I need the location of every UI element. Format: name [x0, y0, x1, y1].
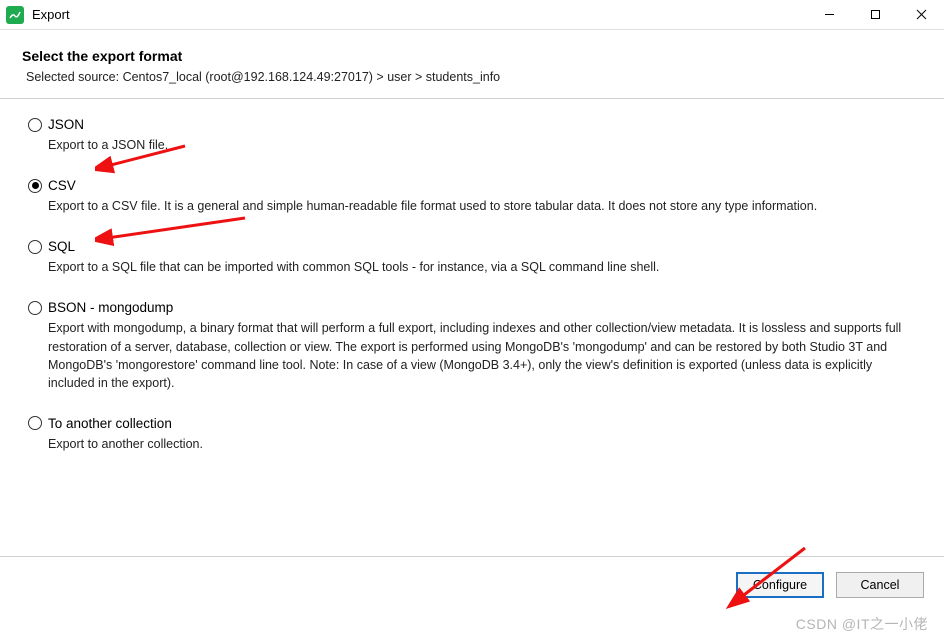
- maximize-button[interactable]: [852, 0, 898, 30]
- radio-json[interactable]: [28, 118, 42, 132]
- option-bson-label: BSON - mongodump: [48, 300, 173, 315]
- app-icon: [6, 6, 24, 24]
- close-button[interactable]: [898, 0, 944, 30]
- option-another-collection[interactable]: To another collection Export to another …: [28, 416, 922, 453]
- option-another-desc: Export to another collection.: [48, 435, 922, 453]
- radio-another[interactable]: [28, 416, 42, 430]
- option-csv[interactable]: CSV Export to a CSV file. It is a genera…: [28, 178, 922, 215]
- cancel-button[interactable]: Cancel: [836, 572, 924, 598]
- titlebar: Export: [0, 0, 944, 30]
- option-csv-desc: Export to a CSV file. It is a general an…: [48, 197, 922, 215]
- dialog-header: Select the export format Selected source…: [0, 30, 944, 99]
- option-bson-desc: Export with mongodump, a binary format t…: [48, 319, 922, 392]
- option-json-label: JSON: [48, 117, 84, 132]
- option-another-label: To another collection: [48, 416, 172, 431]
- option-json-desc: Export to a JSON file.: [48, 136, 922, 154]
- option-sql[interactable]: SQL Export to a SQL file that can be imp…: [28, 239, 922, 276]
- option-json[interactable]: JSON Export to a JSON file.: [28, 117, 922, 154]
- radio-sql[interactable]: [28, 240, 42, 254]
- window-controls: [806, 0, 944, 30]
- configure-button-label: Configure: [753, 578, 807, 592]
- window-title: Export: [32, 7, 806, 22]
- radio-csv[interactable]: [28, 179, 42, 193]
- radio-bson[interactable]: [28, 301, 42, 315]
- dialog-footer: Configure Cancel: [0, 557, 944, 613]
- export-options: JSON Export to a JSON file. CSV Export t…: [0, 99, 944, 557]
- page-title: Select the export format: [22, 48, 922, 64]
- selected-source-label: Selected source: Centos7_local (root@192…: [22, 70, 922, 84]
- configure-button[interactable]: Configure: [736, 572, 824, 598]
- cancel-button-label: Cancel: [861, 578, 900, 592]
- option-bson[interactable]: BSON - mongodump Export with mongodump, …: [28, 300, 922, 392]
- watermark: CSDN @IT之一小佬: [796, 614, 928, 634]
- option-csv-label: CSV: [48, 178, 76, 193]
- option-sql-label: SQL: [48, 239, 75, 254]
- minimize-button[interactable]: [806, 0, 852, 30]
- option-sql-desc: Export to a SQL file that can be importe…: [48, 258, 922, 276]
